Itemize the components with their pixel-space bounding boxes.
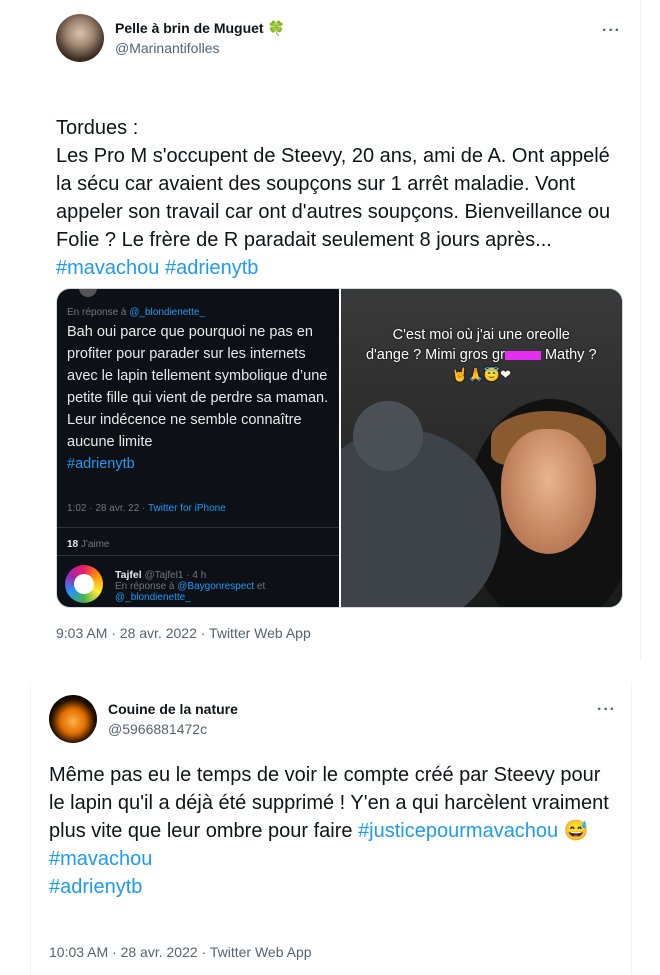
media-photo-right[interactable]: C'est moi où j'ai une oreolle d'ange ? M… [338,289,622,607]
more-options-icon[interactable]: ··· [602,22,621,40]
more-options-icon[interactable]: ··· [597,701,616,719]
display-name[interactable]: Couine de la nature [108,699,238,719]
display-name[interactable]: Pelle à brin de Muguet 🍀 [115,18,285,38]
tweet-timestamp[interactable]: 9:03 AM · 28 avr. 2022 · Twitter Web App [56,625,311,641]
hashtag-link[interactable]: #mavachou [56,257,159,279]
likes-count: 18 J'aime [67,539,110,550]
user-handle[interactable]: @Marinantifolles [115,38,285,58]
hashtag-link[interactable]: #mavachou [49,848,152,870]
caption-emojis: 🤘🙏😇❤ [451,367,511,382]
tweet-timestamp[interactable]: 10:03 AM · 28 avr. 2022 · Twitter Web Ap… [49,944,312,960]
separator [57,555,339,556]
tweet[interactable]: Pelle à brin de Muguet 🍀 @Marinantifolle… [0,0,641,660]
tweet-media[interactable]: En réponse à @_blondienette_ Bah oui par… [56,288,623,608]
reply-context: En réponse à @_blondienette_ [67,307,206,318]
reply-user: Tajfel @Tajfel1 · 4 h [115,569,207,581]
clover-icon: 🍀 [267,20,286,36]
photo-caption: C'est moi où j'ai une oreolle d'ange ? M… [351,325,613,385]
hashtag-link[interactable]: #adrienytb [165,257,258,279]
cropped-avatar [79,289,97,297]
hashtag-link[interactable]: #adrienytb [49,876,142,898]
avatar[interactable] [56,14,104,62]
tweet-text: Même pas eu le temps de voir le compte c… [49,761,619,901]
quoted-meta: 1:02 · 28 avr. 22 · Twitter for iPhone [67,503,226,514]
photo-plush-ear [352,401,423,471]
reply-user-context: En réponse à @Baygonrespect et @_blondien… [115,581,266,603]
avatar[interactable] [49,695,97,743]
tweet-header: Couine de la nature @5966881472c [49,695,238,743]
tweet-header: Pelle à brin de Muguet 🍀 @Marinantifolle… [56,14,285,62]
reply-avatar [65,565,103,603]
hashtag-link: #adrienytb [67,456,135,472]
quoted-text: Bah oui parce que pourquoi ne pas en pro… [67,324,329,472]
hashtag-link[interactable]: #justicepourmavachou [358,820,558,842]
sweat-smile-emoji: 😅 [563,820,589,842]
censor-bar [504,350,541,360]
tweet-text: Tordues : Les Pro M s'occupent de Steevy… [56,86,626,310]
separator [57,527,339,528]
media-screenshot-left[interactable]: En réponse à @_blondienette_ Bah oui par… [57,289,339,607]
photo-doll-face [500,429,596,554]
tweet[interactable]: Couine de la nature @5966881472c ··· Mêm… [30,683,632,975]
tweet-body: Tordues : Les Pro M s'occupent de Steevy… [56,117,611,251]
user-handle[interactable]: @5966881472c [108,719,238,739]
display-name-text[interactable]: Pelle à brin de Muguet [115,18,264,38]
